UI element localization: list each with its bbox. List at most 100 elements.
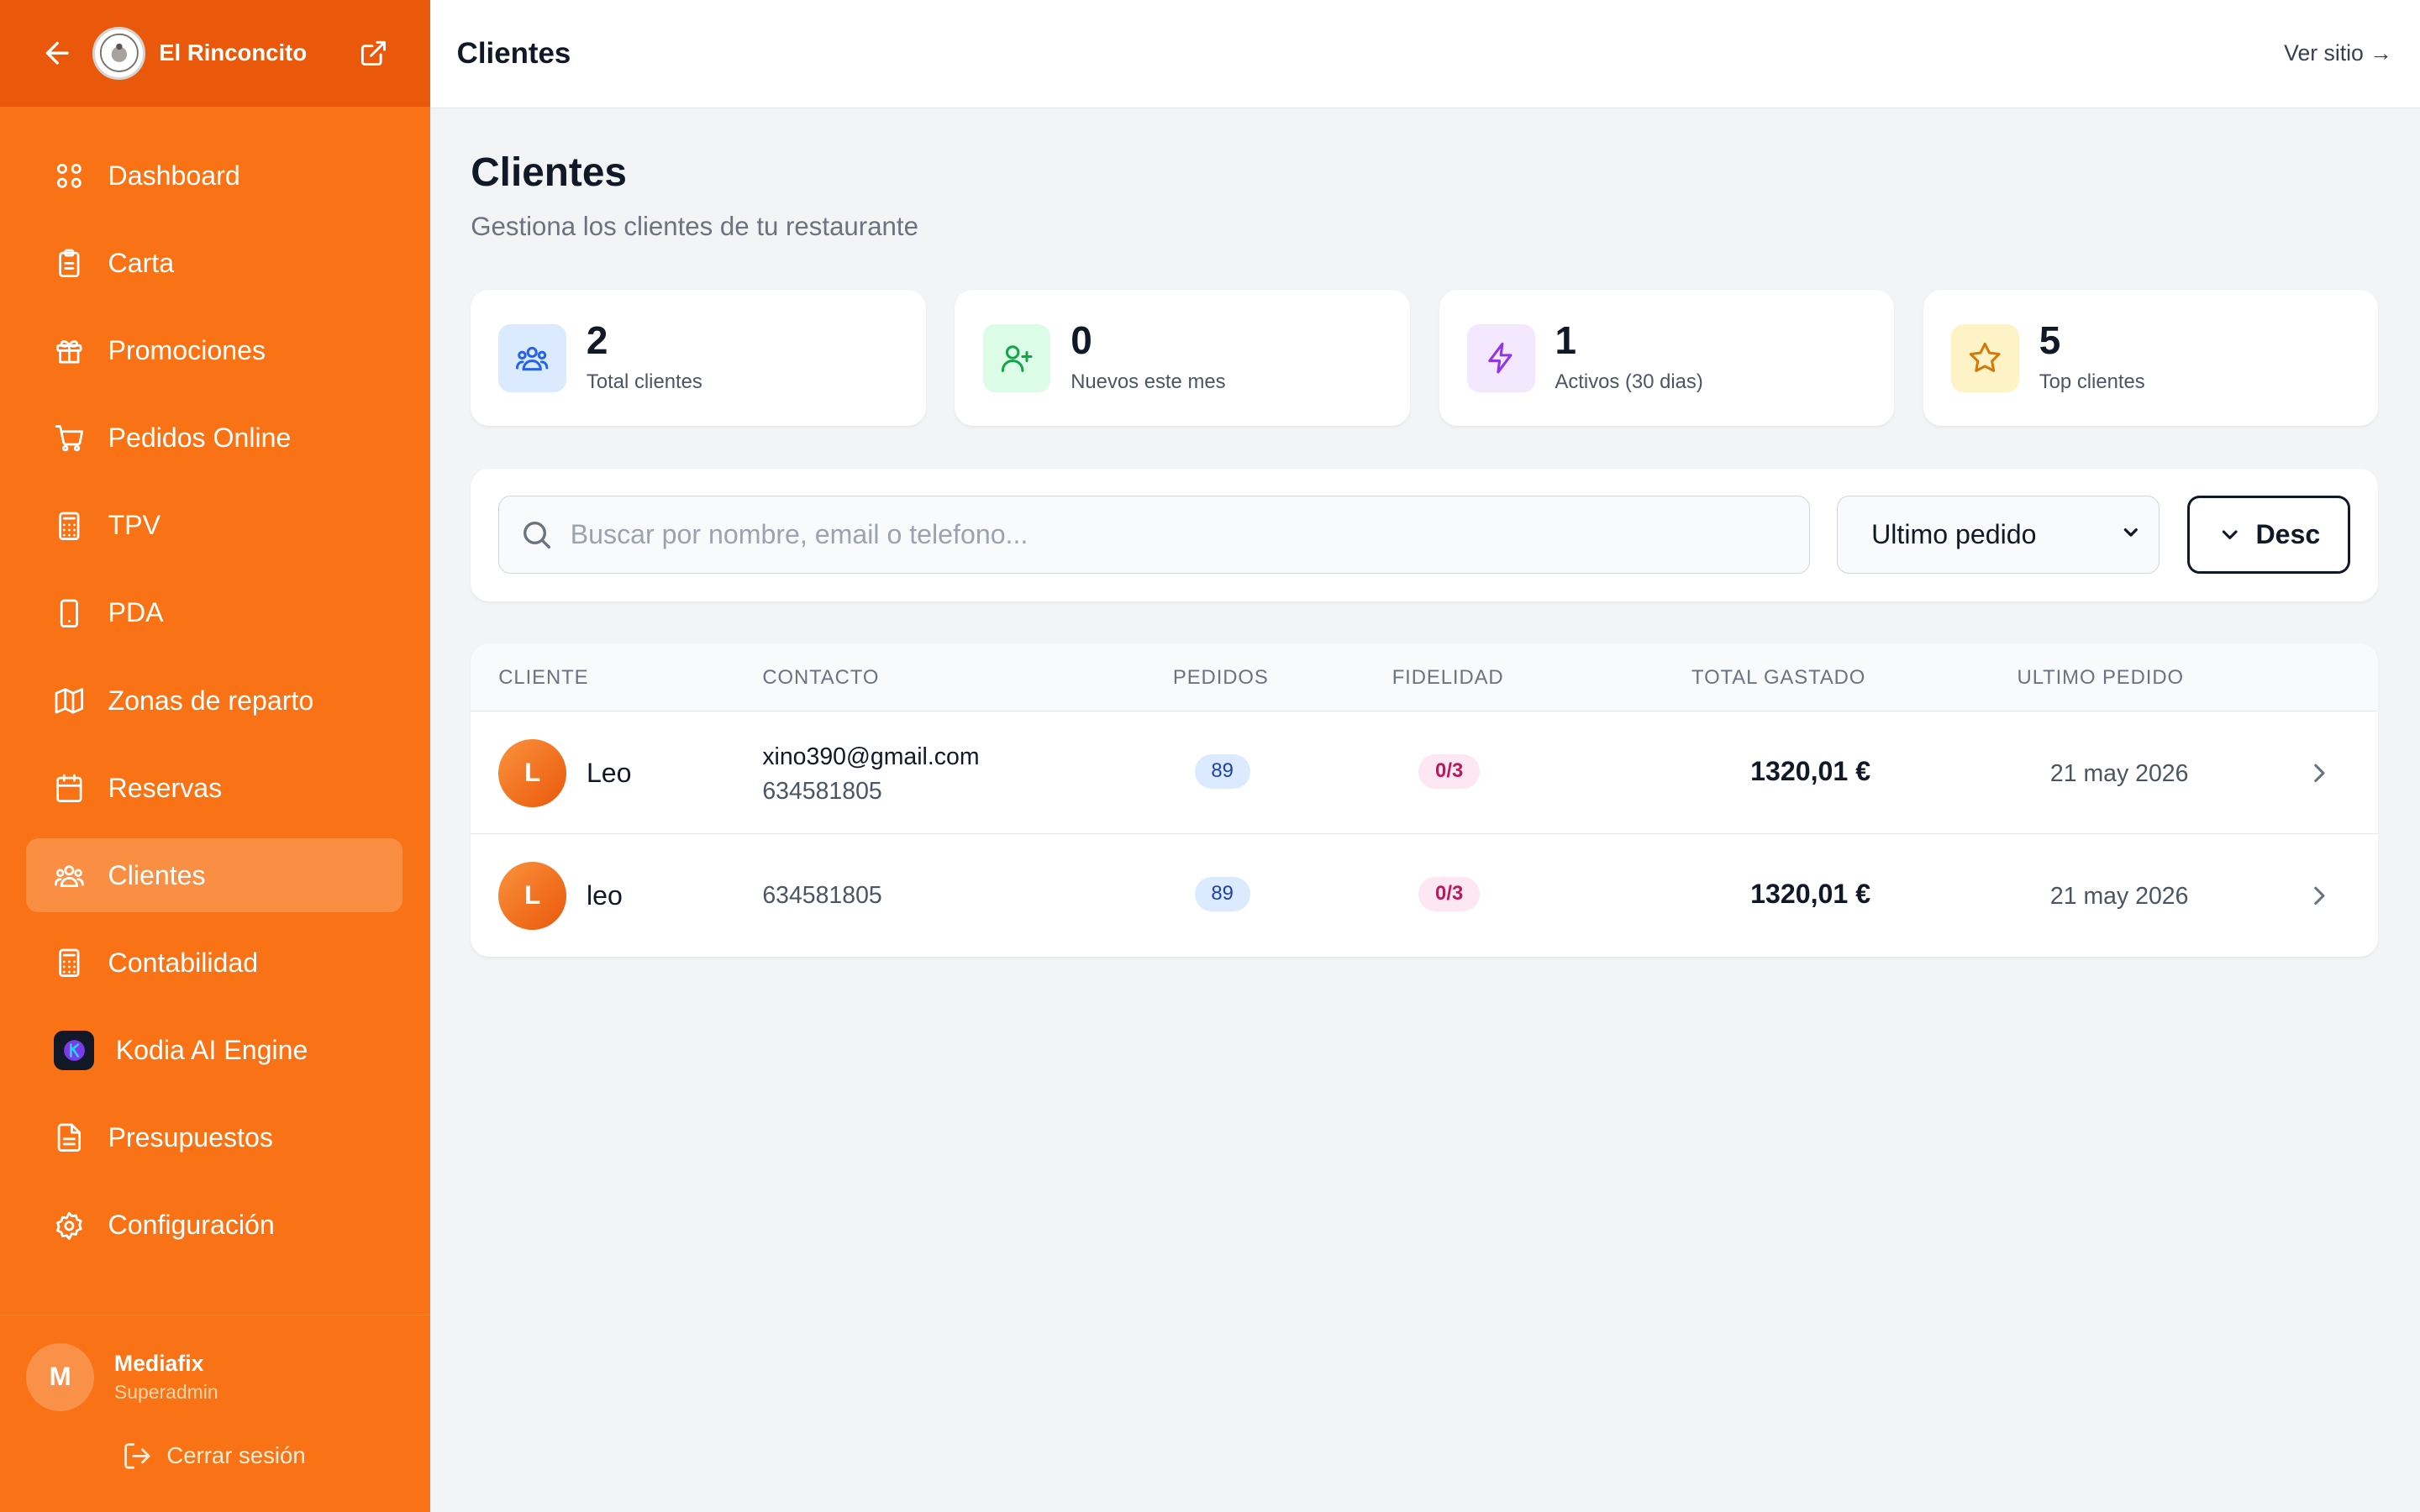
zap-icon (1466, 323, 1535, 392)
loyalty-badge: 0/3 (1418, 754, 1481, 789)
users-icon (54, 860, 85, 891)
client-name: Leo (586, 757, 632, 788)
avatar: M (26, 1342, 95, 1411)
map-icon (54, 685, 85, 717)
sidebar-header: El Rinconcito (0, 0, 431, 107)
sidebar-item-pedidos-online[interactable]: Pedidos Online (26, 402, 402, 475)
view-site-link[interactable]: Ver sitio → (2284, 40, 2392, 66)
sidebar: El Rinconcito Dashboard Carta Promocione… (0, 0, 431, 1512)
column-header-total-gastado[interactable]: TOTAL GASTADO (1691, 666, 1865, 690)
stat-value: 0 (1071, 318, 1092, 362)
logout-button[interactable]: Cerrar sesión (122, 1441, 306, 1472)
back-arrow-icon[interactable] (37, 33, 77, 73)
column-header-cliente[interactable]: CLIENTE (498, 666, 588, 690)
user-profile: M Mediafix Superadmin (26, 1342, 218, 1411)
external-link-icon[interactable] (356, 36, 390, 70)
client-name: leo (586, 879, 623, 911)
gift-icon (54, 335, 85, 366)
stat-text: 2 Total clientes (586, 318, 702, 395)
sidebar-item-promociones[interactable]: Promociones (26, 314, 402, 388)
sidebar-item-kodia-ai-engine[interactable]: Kodia AI Engine (26, 1014, 402, 1088)
restaurant-logo (92, 27, 145, 80)
sidebar-item-label: Reservas (108, 772, 223, 803)
stat-text: 5 Top clientes (2039, 318, 2145, 395)
last-order-date: 21 may 2026 (2049, 760, 2189, 788)
sidebar-item-label: PDA (108, 597, 164, 628)
total-spent: 1320,01 € (1750, 878, 1871, 909)
stat-card-new-this-month: 0 Nuevos este mes (955, 290, 1410, 426)
sidebar-item-tpv[interactable]: TPV (26, 489, 402, 563)
sort-order-button[interactable]: Desc (2186, 495, 2351, 575)
user-info: Mediafix Superadmin (114, 1351, 218, 1404)
sidebar-footer: M Mediafix Superadmin Cerrar sesión (0, 1314, 431, 1512)
sidebar-item-label: Promociones (108, 335, 266, 366)
calculator-icon (54, 511, 85, 542)
orders-badge: 89 (1194, 877, 1250, 911)
star-icon (1951, 323, 2019, 392)
loyalty-badge: 0/3 (1418, 877, 1481, 911)
sidebar-item-label: Carta (108, 247, 175, 278)
sidebar-item-label: Configuración (108, 1210, 275, 1241)
sidebar-item-clientes[interactable]: Clientes (26, 838, 403, 913)
stat-value: 5 (2039, 318, 2061, 362)
sort-order-label: Desc (2255, 518, 2321, 549)
column-header-contacto[interactable]: CONTACTO (762, 666, 879, 690)
column-header-fidelidad[interactable]: FIDELIDAD (1392, 666, 1504, 690)
brand-name: El Rinconcito (159, 39, 308, 66)
stat-text: 0 Nuevos este mes (1071, 318, 1225, 395)
client-phone: 634581805 (762, 777, 882, 805)
clients-table: CLIENTE CONTACTO PEDIDOS FIDELIDAD TOTAL… (471, 643, 2379, 957)
chevron-right-icon[interactable] (2304, 880, 2335, 911)
table-header: CLIENTE CONTACTO PEDIDOS FIDELIDAD TOTAL… (471, 643, 2379, 711)
orders-badge: 89 (1194, 754, 1250, 789)
stat-value: 2 (586, 318, 608, 362)
client-email: xino390@gmail.com (762, 743, 980, 771)
sidebar-item-dashboard[interactable]: Dashboard (26, 139, 402, 213)
logout-icon (122, 1441, 153, 1472)
calendar-icon (54, 773, 85, 804)
avatar: L (498, 738, 567, 807)
sidebar-item-presupuestos[interactable]: Presupuestos (26, 1101, 402, 1175)
topbar-title: Clientes (456, 36, 571, 70)
user-role: Superadmin (113, 1381, 218, 1404)
search-box (498, 495, 1811, 575)
topbar: Clientes Ver sitio → (430, 0, 2420, 108)
sidebar-item-label: Contabilidad (108, 947, 259, 978)
sidebar-item-label: TPV (108, 510, 161, 541)
sidebar-item-reservas[interactable]: Reservas (26, 751, 402, 825)
logout-label: Cerrar sesión (166, 1441, 306, 1468)
chevron-right-icon[interactable] (2304, 758, 2335, 789)
stats-row: 2 Total clientes 0 Nuevos este mes 1 Act… (471, 290, 2379, 426)
stat-text: 1 Activos (30 dias) (1555, 318, 1703, 395)
sidebar-item-configuracion[interactable]: Configuración (26, 1189, 402, 1263)
gear-icon (54, 1210, 85, 1242)
sidebar-nav: Dashboard Carta Promociones Pedidos Onli… (0, 107, 430, 1263)
column-header-pedidos[interactable]: PEDIDOS (1173, 666, 1269, 690)
filters-bar: Ultimo pedido Desc (471, 469, 2379, 602)
sort-select[interactable]: Ultimo pedido (1836, 495, 2160, 575)
sidebar-item-label: Dashboard (108, 160, 240, 191)
stat-label: Activos (30 dias) (1555, 370, 1703, 394)
user-name: Mediafix (113, 1350, 204, 1376)
table-row[interactable]: L Leo xino390@gmail.com 634581805 89 0/3… (471, 711, 2379, 834)
stat-card-active: 1 Activos (30 dias) (1439, 290, 1895, 426)
total-spent: 1320,01 € (1750, 755, 1871, 786)
search-input[interactable] (570, 518, 1744, 550)
sidebar-item-carta[interactable]: Carta (26, 226, 402, 300)
sidebar-item-label: Pedidos Online (108, 423, 292, 454)
page-title: Clientes (471, 150, 627, 196)
sidebar-item-contabilidad[interactable]: Contabilidad (26, 926, 402, 1000)
column-header-ultimo-pedido[interactable]: ULTIMO PEDIDO (2018, 666, 2184, 690)
table-row[interactable]: L leo 634581805 89 0/3 1320,01 € 21 may … (471, 834, 2378, 957)
stat-value: 1 (1555, 318, 1576, 362)
sidebar-item-pda[interactable]: PDA (26, 576, 402, 650)
smartphone-icon (54, 598, 85, 629)
stat-card-top-clients: 5 Top clientes (1923, 290, 2379, 426)
sidebar-item-label: Kodia AI Engine (115, 1035, 308, 1066)
sidebar-item-label: Presupuestos (108, 1122, 273, 1153)
kodia-logo-icon (54, 1030, 95, 1071)
sidebar-item-zonas-de-reparto[interactable]: Zonas de reparto (26, 664, 402, 738)
stat-label: Top clientes (2039, 370, 2145, 394)
user-plus-icon (982, 323, 1051, 392)
sidebar-item-label: Zonas de reparto (108, 685, 314, 716)
